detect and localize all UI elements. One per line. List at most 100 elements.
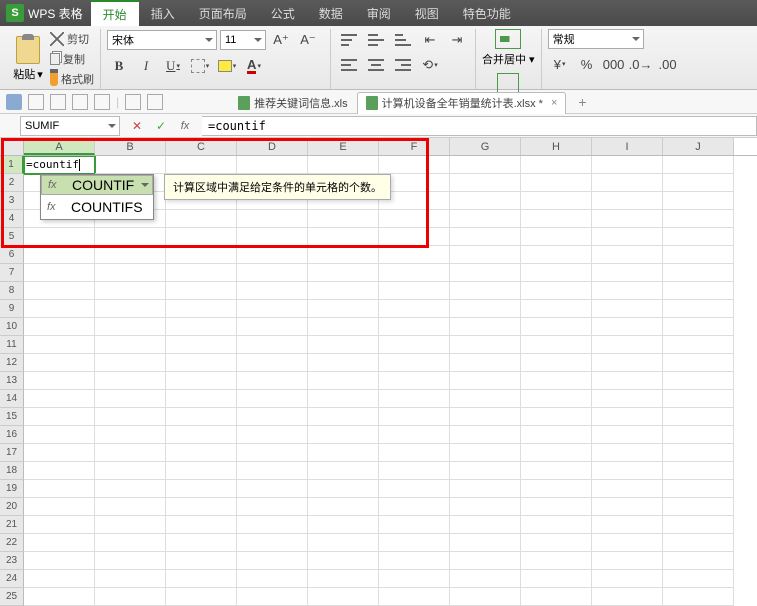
cell[interactable]: [592, 462, 663, 480]
cell[interactable]: [663, 300, 734, 318]
cell[interactable]: [663, 534, 734, 552]
cell[interactable]: [450, 300, 521, 318]
cell[interactable]: [166, 210, 237, 228]
cell[interactable]: [592, 426, 663, 444]
cell[interactable]: [237, 498, 308, 516]
cell[interactable]: [663, 570, 734, 588]
align-right-button[interactable]: [391, 54, 415, 76]
ribbon-tab-4[interactable]: 数据: [307, 0, 355, 26]
cell[interactable]: [308, 264, 379, 282]
align-bottom-button[interactable]: [391, 29, 415, 51]
row-header[interactable]: 24: [0, 570, 24, 588]
cell[interactable]: [237, 336, 308, 354]
cell[interactable]: [379, 354, 450, 372]
cell[interactable]: [166, 264, 237, 282]
cell[interactable]: [166, 480, 237, 498]
cell[interactable]: [24, 588, 95, 606]
cell[interactable]: [24, 426, 95, 444]
cell[interactable]: [308, 480, 379, 498]
comma-button[interactable]: 000: [602, 53, 626, 75]
cell[interactable]: [308, 588, 379, 606]
cell[interactable]: [379, 570, 450, 588]
cell[interactable]: [592, 534, 663, 552]
cell[interactable]: [237, 318, 308, 336]
cell[interactable]: [592, 480, 663, 498]
cell[interactable]: [237, 552, 308, 570]
cell[interactable]: [521, 498, 592, 516]
cell[interactable]: [95, 354, 166, 372]
cell[interactable]: [237, 426, 308, 444]
cell[interactable]: [379, 516, 450, 534]
cell[interactable]: [592, 354, 663, 372]
cell[interactable]: [592, 192, 663, 210]
cell[interactable]: [24, 282, 95, 300]
cell[interactable]: [237, 264, 308, 282]
row-header[interactable]: 4: [0, 210, 24, 228]
paste-button[interactable]: 粘贴▾: [10, 29, 46, 89]
cell[interactable]: [450, 516, 521, 534]
cell[interactable]: [663, 480, 734, 498]
cell[interactable]: [521, 408, 592, 426]
cell[interactable]: [24, 570, 95, 588]
spreadsheet-grid[interactable]: ABCDEFGHIJ 1=countif23456789101112131415…: [0, 138, 757, 606]
cell[interactable]: [166, 156, 237, 174]
orientation-button[interactable]: ⟲▾: [418, 54, 442, 76]
cell[interactable]: [521, 336, 592, 354]
cell[interactable]: [450, 354, 521, 372]
cell[interactable]: [663, 588, 734, 606]
select-all-corner[interactable]: [0, 138, 24, 155]
cell[interactable]: [166, 282, 237, 300]
cell[interactable]: [450, 228, 521, 246]
cell[interactable]: [308, 498, 379, 516]
cell[interactable]: [308, 444, 379, 462]
column-header[interactable]: F: [379, 138, 450, 155]
cell[interactable]: [592, 264, 663, 282]
qa-icon[interactable]: [125, 94, 141, 110]
merge-center-button[interactable]: 合并居中 ▾: [482, 29, 535, 67]
cell[interactable]: [166, 444, 237, 462]
cell[interactable]: [521, 192, 592, 210]
cell[interactable]: [663, 408, 734, 426]
cell[interactable]: [379, 588, 450, 606]
cell[interactable]: [521, 372, 592, 390]
cell[interactable]: [308, 210, 379, 228]
ribbon-tab-2[interactable]: 页面布局: [187, 0, 259, 26]
cell[interactable]: =countif: [24, 156, 95, 174]
cell[interactable]: [663, 264, 734, 282]
cell[interactable]: [450, 318, 521, 336]
cell[interactable]: [450, 462, 521, 480]
cell[interactable]: [24, 390, 95, 408]
cell[interactable]: [166, 354, 237, 372]
cell[interactable]: [166, 300, 237, 318]
cell[interactable]: [166, 228, 237, 246]
cell[interactable]: [521, 516, 592, 534]
cell[interactable]: [308, 282, 379, 300]
decrease-indent-button[interactable]: ⇤: [418, 29, 442, 51]
cell[interactable]: [521, 174, 592, 192]
column-header[interactable]: J: [663, 138, 734, 155]
cell[interactable]: [450, 534, 521, 552]
save-icon[interactable]: [6, 94, 22, 110]
cell[interactable]: [95, 156, 166, 174]
cell[interactable]: [308, 300, 379, 318]
cell[interactable]: [24, 372, 95, 390]
cell[interactable]: [237, 462, 308, 480]
cell[interactable]: [308, 336, 379, 354]
ribbon-tab-7[interactable]: 特色功能: [451, 0, 523, 26]
cell[interactable]: [24, 300, 95, 318]
row-header[interactable]: 19: [0, 480, 24, 498]
cell[interactable]: [450, 588, 521, 606]
cell[interactable]: [379, 210, 450, 228]
cell[interactable]: [237, 246, 308, 264]
row-header[interactable]: 20: [0, 498, 24, 516]
row-header[interactable]: 23: [0, 552, 24, 570]
cell[interactable]: [521, 480, 592, 498]
cell[interactable]: [95, 282, 166, 300]
cell[interactable]: [308, 354, 379, 372]
cell[interactable]: [24, 318, 95, 336]
cell[interactable]: [521, 534, 592, 552]
cell[interactable]: [95, 228, 166, 246]
cell[interactable]: [24, 444, 95, 462]
cell[interactable]: [592, 372, 663, 390]
row-header[interactable]: 2: [0, 174, 24, 192]
